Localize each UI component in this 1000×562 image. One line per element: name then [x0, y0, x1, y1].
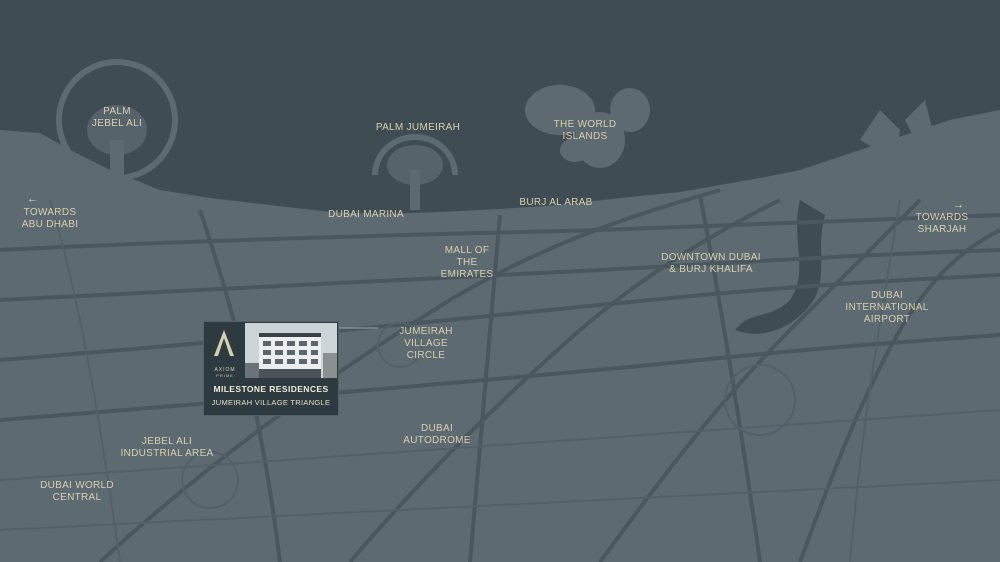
label-burj-al-arab: BURJ AL ARAB [519, 197, 593, 208]
building-photo [245, 323, 337, 378]
label-palm-jebel-ali: PALM JEBEL ALI [91, 106, 143, 129]
label-dubai-world-central: DUBAI WORLD CENTRAL [40, 480, 114, 503]
axiom-logo: AXIOM PRIME [204, 322, 244, 378]
map-base [0, 0, 1000, 562]
label-world-islands: THE WORLD ISLANDS [553, 119, 617, 142]
brand-sub: PRIME [216, 373, 234, 378]
dubai-map[interactable]: PALM JEBEL ALI PALM JUMEIRAH THE WORLD ISL… [0, 0, 1000, 562]
label-jebel-ali-industrial: JEBEL ALI INDUSTRIAL AREA [120, 436, 214, 459]
label-dubai-marina: DUBAI MARINA [328, 209, 404, 220]
label-dubai-airport: DUBAI INTERNATIONAL AIRPORT [845, 290, 929, 325]
project-card[interactable]: AXIOM PRIME MILESTONE RESIDENCES JUMEIRA… [203, 321, 339, 416]
label-towards-abu-dhabi: TOWARDS ABU DHABI [21, 207, 79, 230]
project-title: MILESTONE RESIDENCES [213, 384, 329, 394]
building-image [245, 323, 337, 378]
arrow-right-icon: → [953, 199, 964, 211]
label-downtown-dubai: DOWNTOWN DUBAI & BURJ KHALIFA [661, 252, 761, 275]
label-jumeirah-village-circle: JUMEIRAH VILLAGE CIRCLE [399, 326, 453, 361]
arrow-left-icon: ← [27, 193, 38, 205]
label-towards-sharjah: TOWARDS SHARJAH [915, 212, 969, 235]
label-palm-jumeirah: PALM JUMEIRAH [375, 122, 461, 133]
label-dubai-autodrome: DUBAI AUTODROME [403, 423, 471, 446]
label-mall-of-the-emirates: MALL OF THE EMIRATES [440, 245, 494, 280]
project-subtitle: JUMEIRAH VILLAGE TRIANGLE [211, 398, 331, 407]
